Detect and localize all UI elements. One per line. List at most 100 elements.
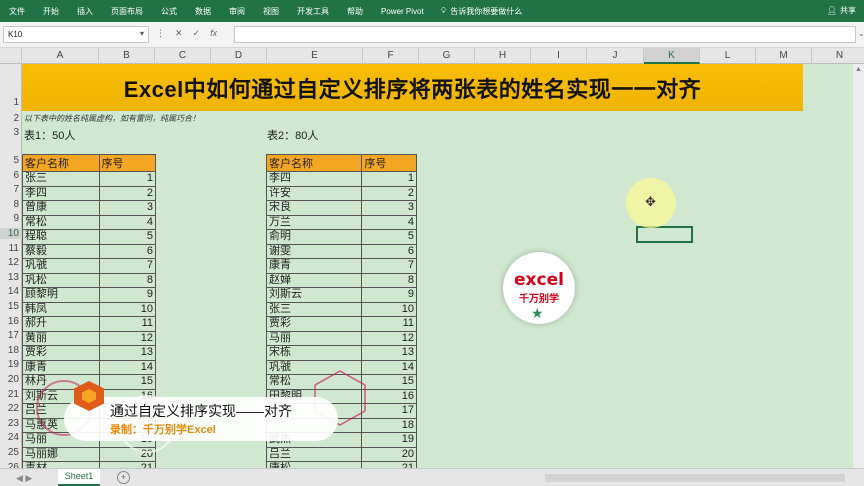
ribbon-tab[interactable]: 开发工具 <box>288 6 338 17</box>
customer-name-cell[interactable]: 贾彩 <box>265 316 363 332</box>
index-cell[interactable]: 10 <box>98 301 156 317</box>
index-cell[interactable]: 7 <box>361 258 417 274</box>
index-cell[interactable]: 5 <box>98 229 156 245</box>
index-cell[interactable]: 10 <box>361 301 417 317</box>
customer-name-cell[interactable]: 赵婵 <box>265 272 363 288</box>
row-header-5[interactable]: 5 <box>0 155 22 166</box>
column-header-cell[interactable]: 序号 <box>361 154 417 172</box>
select-all-corner[interactable] <box>0 48 22 64</box>
column-header-cell[interactable]: 客户名称 <box>265 154 363 172</box>
ribbon-tab[interactable]: 审阅 <box>220 6 254 17</box>
customer-name-cell[interactable]: 李四 <box>265 171 363 187</box>
row-header-20[interactable]: 20 <box>0 374 22 385</box>
formula-input[interactable] <box>234 26 856 43</box>
index-cell[interactable]: 14 <box>98 359 156 375</box>
horizontal-scrollbar[interactable] <box>545 474 845 482</box>
column-header-d[interactable]: D <box>211 48 267 64</box>
ribbon-tab[interactable]: 页面布局 <box>102 6 152 17</box>
share-button[interactable]: 👤︎ 共享 <box>827 5 856 16</box>
column-header-j[interactable]: J <box>587 48 644 64</box>
customer-name-cell[interactable]: 常松 <box>22 214 100 230</box>
index-cell[interactable]: 11 <box>361 316 417 332</box>
row-header-3[interactable]: 3 <box>0 127 22 138</box>
column-header-cell[interactable]: 客户名称 <box>22 154 100 172</box>
ribbon-tab[interactable]: 视图 <box>254 6 288 17</box>
row-header-9[interactable]: 9 <box>0 213 22 224</box>
tell-me-box[interactable]: 💡︎ 告诉我你想要做什么 <box>433 6 523 17</box>
index-cell[interactable]: 3 <box>361 200 417 216</box>
customer-name-cell[interactable]: 张三 <box>265 301 363 317</box>
column-header-n[interactable]: N <box>812 48 864 64</box>
name-box[interactable]: K10 ▾ <box>3 26 149 43</box>
customer-name-cell[interactable]: 曾康 <box>22 200 100 216</box>
row-header-18[interactable]: 18 <box>0 345 22 356</box>
index-cell[interactable]: 14 <box>361 359 417 375</box>
customer-name-cell[interactable]: 马丽娜 <box>22 446 100 462</box>
column-header-c[interactable]: C <box>155 48 211 64</box>
scroll-up-icon[interactable]: ▲ <box>855 66 862 73</box>
index-cell[interactable]: 15 <box>98 374 156 390</box>
index-cell[interactable]: 13 <box>98 345 156 361</box>
column-header-h[interactable]: H <box>475 48 531 64</box>
customer-name-cell[interactable]: 谢雯 <box>265 243 363 259</box>
index-cell[interactable]: 19 <box>361 432 417 448</box>
index-cell[interactable]: 7 <box>98 258 156 274</box>
enter-icon[interactable]: ✓ <box>193 28 201 39</box>
row-header-15[interactable]: 15 <box>0 301 22 312</box>
row-header-23[interactable]: 23 <box>0 418 22 429</box>
row-header-22[interactable]: 22 <box>0 403 22 414</box>
index-cell[interactable]: 20 <box>361 446 417 462</box>
ribbon-tab[interactable]: 开始 <box>34 6 68 17</box>
ribbon-tab[interactable]: Power Pivot <box>372 7 433 16</box>
row-header-17[interactable]: 17 <box>0 330 22 341</box>
customer-name-cell[interactable]: 康青 <box>265 258 363 274</box>
row-header-16[interactable]: 16 <box>0 316 22 327</box>
selected-cell-k10[interactable] <box>636 226 693 243</box>
customer-name-cell[interactable]: 吕兰 <box>265 446 363 462</box>
column-header-f[interactable]: F <box>363 48 419 64</box>
row-header-13[interactable]: 13 <box>0 272 22 283</box>
column-header-k[interactable]: K <box>644 48 700 64</box>
column-header-i[interactable]: I <box>531 48 587 64</box>
customer-name-cell[interactable]: 刘斯云 <box>265 287 363 303</box>
index-cell[interactable]: 18 <box>361 417 417 433</box>
customer-name-cell[interactable]: 宋良 <box>265 200 363 216</box>
cancel-icon[interactable]: ✕ <box>175 28 183 39</box>
index-cell[interactable]: 3 <box>98 200 156 216</box>
customer-name-cell[interactable]: 万兰 <box>265 214 363 230</box>
column-header-g[interactable]: G <box>419 48 475 64</box>
index-cell[interactable]: 2 <box>361 185 417 201</box>
column-header-cell[interactable]: 序号 <box>98 154 156 172</box>
row-header-24[interactable]: 24 <box>0 432 22 443</box>
index-cell[interactable]: 15 <box>361 374 417 390</box>
customer-name-cell[interactable]: 宋栋 <box>265 345 363 361</box>
chevron-down-icon[interactable]: ▾ <box>140 29 144 38</box>
customer-name-cell[interactable]: 黄丽 <box>22 330 100 346</box>
fx-icon[interactable]: fx <box>210 28 217 39</box>
customer-name-cell[interactable]: 郝升 <box>22 316 100 332</box>
row-header-8[interactable]: 8 <box>0 199 22 210</box>
row-header-2[interactable]: 2 <box>0 113 22 124</box>
index-cell[interactable]: 2 <box>98 185 156 201</box>
column-header-a[interactable]: A <box>22 48 99 64</box>
vertical-scrollbar[interactable]: ▲ <box>853 64 864 468</box>
customer-name-cell[interactable]: 巩松 <box>22 272 100 288</box>
index-cell[interactable]: 13 <box>361 345 417 361</box>
customer-name-cell[interactable]: 韩凤 <box>22 301 100 317</box>
customer-name-cell[interactable]: 蔡毅 <box>22 243 100 259</box>
ribbon-tab[interactable]: 公式 <box>152 6 186 17</box>
row-header-7[interactable]: 7 <box>0 184 22 195</box>
column-header-b[interactable]: B <box>99 48 155 64</box>
row-header-14[interactable]: 14 <box>0 286 22 297</box>
index-cell[interactable]: 12 <box>98 330 156 346</box>
row-header-11[interactable]: 11 <box>0 243 22 254</box>
row-header-19[interactable]: 19 <box>0 359 22 370</box>
customer-name-cell[interactable]: 贾彩 <box>22 345 100 361</box>
customer-name-cell[interactable]: 李四 <box>22 185 100 201</box>
column-header-e[interactable]: E <box>267 48 363 64</box>
row-header-10[interactable]: 10 <box>0 228 22 239</box>
row-header-6[interactable]: 6 <box>0 170 22 181</box>
sheet-nav-icon[interactable]: ◀ ▶ <box>16 473 32 484</box>
index-cell[interactable]: 4 <box>361 214 417 230</box>
index-cell[interactable]: 12 <box>361 330 417 346</box>
